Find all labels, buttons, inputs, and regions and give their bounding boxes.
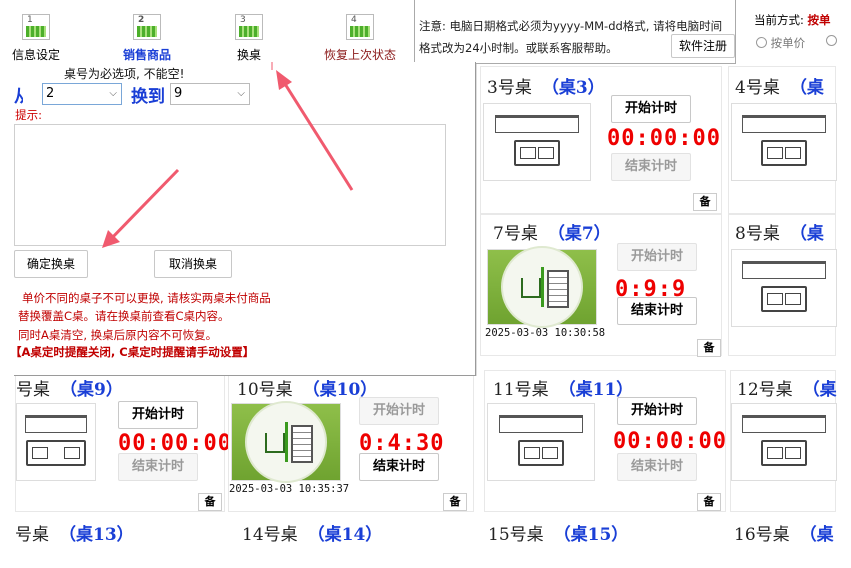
arrow-to-switch-tab — [276, 70, 354, 191]
arrow-to-confirm-button — [102, 168, 180, 248]
annotation-arrows — [102, 62, 354, 248]
